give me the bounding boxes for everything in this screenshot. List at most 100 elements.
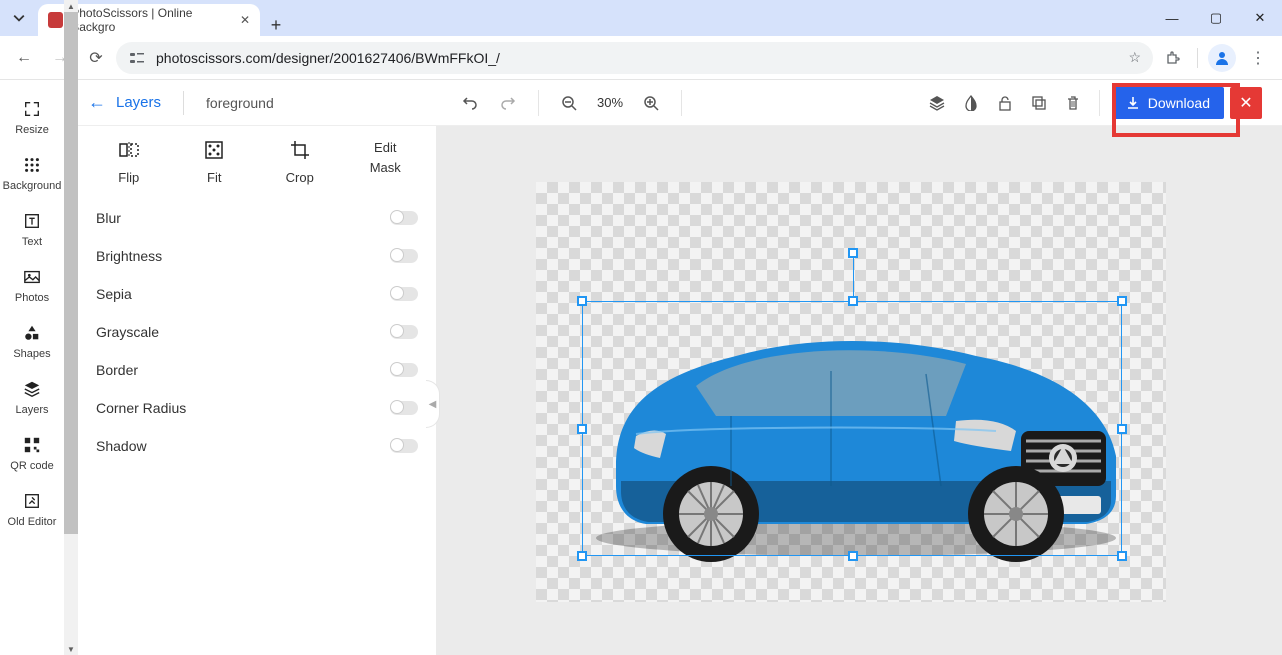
rail-label: Background	[3, 180, 62, 192]
rail-qrcode[interactable]: QR code	[0, 426, 64, 482]
option-label: Grayscale	[96, 324, 159, 340]
chrome-menu-icon[interactable]: ⋮	[1242, 42, 1274, 74]
site-settings-icon[interactable]	[128, 49, 146, 67]
close-window-button[interactable]: ✕	[1238, 0, 1282, 36]
profile-button[interactable]	[1206, 42, 1238, 74]
duplicate-icon[interactable]	[1025, 89, 1053, 117]
flip-icon	[118, 140, 140, 160]
toggle[interactable]	[390, 363, 418, 377]
maximize-button[interactable]: ▢	[1194, 0, 1238, 36]
selection-box[interactable]	[582, 301, 1122, 556]
option-sepia[interactable]: Sepia	[96, 275, 418, 313]
extensions-icon[interactable]	[1157, 42, 1189, 74]
current-layer-name: foreground	[206, 95, 274, 111]
rail-old-editor[interactable]: Old Editor	[0, 482, 64, 538]
scroll-thumb[interactable]	[64, 12, 78, 534]
rail-label: Old Editor	[8, 516, 57, 528]
tab-title: PhotoScissors | Online Backgro	[71, 6, 232, 34]
address-bar[interactable]: photoscissors.com/designer/2001627406/BW…	[116, 42, 1153, 74]
option-label: Border	[96, 362, 138, 378]
canvas-viewport[interactable]	[436, 126, 1282, 655]
crop-tool[interactable]: Crop	[257, 140, 343, 185]
resize-handle-n[interactable]	[848, 296, 858, 306]
rotation-handle[interactable]	[848, 248, 858, 258]
rail-scrollbar[interactable]: ▲ ▼	[64, 0, 78, 655]
back-button[interactable]: ←	[8, 42, 40, 74]
favicon-icon	[48, 12, 63, 28]
zoom-level: 30%	[593, 95, 627, 110]
bookmark-star-icon[interactable]: ☆	[1128, 49, 1141, 66]
resize-handle-e[interactable]	[1117, 424, 1127, 434]
option-border[interactable]: Border	[96, 351, 418, 389]
download-button[interactable]: Download	[1112, 87, 1224, 119]
tool-row: Flip Fit Crop Edit Mask	[78, 126, 436, 193]
scroll-up-arrow[interactable]: ▲	[64, 0, 78, 12]
flip-tool[interactable]: Flip	[86, 140, 172, 185]
resize-handle-s[interactable]	[848, 551, 858, 561]
back-arrow-icon[interactable]: ←	[88, 92, 106, 113]
option-label: Brightness	[96, 248, 162, 264]
window-controls: — ▢ ✕	[1150, 0, 1282, 36]
toggle[interactable]	[390, 211, 418, 225]
resize-handle-sw[interactable]	[577, 551, 587, 561]
reload-button[interactable]: ⟳	[80, 42, 112, 74]
panel-collapse-handle[interactable]: ◀	[426, 380, 440, 428]
opacity-icon[interactable]	[957, 89, 985, 117]
tab-close-icon[interactable]: ✕	[240, 13, 250, 27]
resize-handle-se[interactable]	[1117, 551, 1127, 561]
scroll-down-arrow[interactable]: ▼	[64, 643, 78, 655]
option-blur[interactable]: Blur	[96, 199, 418, 237]
option-grayscale[interactable]: Grayscale	[96, 313, 418, 351]
separator	[1197, 48, 1198, 68]
tool-label: Crop	[286, 170, 314, 185]
tabs-dropdown[interactable]	[0, 0, 38, 36]
rail-resize[interactable]: Resize	[0, 90, 64, 146]
option-shadow[interactable]: Shadow	[96, 427, 418, 465]
rail-label: Text	[22, 236, 42, 248]
resize-handle-ne[interactable]	[1117, 296, 1127, 306]
canvas-toolbar: 30% Download ✕	[436, 80, 1282, 126]
lock-icon[interactable]	[991, 89, 1019, 117]
rail-text[interactable]: Text	[0, 202, 64, 258]
option-brightness[interactable]: Brightness	[96, 237, 418, 275]
tool-label-l2: Mask	[370, 160, 401, 176]
layers-icon[interactable]	[923, 89, 951, 117]
rail-photos[interactable]: Photos	[0, 258, 64, 314]
new-tab-button[interactable]: +	[260, 15, 292, 36]
options-list: Blur Brightness Sepia Grayscale Border C…	[78, 193, 436, 471]
browser-toolbar: ← → ⟳ photoscissors.com/designer/2001627…	[0, 36, 1282, 80]
toggle[interactable]	[390, 401, 418, 415]
delete-icon[interactable]	[1059, 89, 1087, 117]
properties-panel: ← Layers foreground Flip Fit Crop Edit M…	[78, 80, 436, 655]
panel-header: ← Layers foreground	[78, 80, 436, 126]
separator	[538, 90, 539, 116]
rail-label: Shapes	[13, 348, 50, 360]
download-icon	[1126, 96, 1140, 110]
rail-layers[interactable]: Layers	[0, 370, 64, 426]
separator	[183, 91, 184, 115]
undo-button[interactable]	[456, 89, 484, 117]
separator	[1099, 90, 1100, 116]
zoom-in-button[interactable]	[637, 89, 665, 117]
browser-tab-strip: PhotoScissors | Online Backgro ✕ + — ▢ ✕	[0, 0, 1282, 36]
separator	[681, 90, 682, 116]
download-label: Download	[1148, 95, 1210, 111]
rail-background[interactable]: Background	[0, 146, 64, 202]
redo-button[interactable]	[494, 89, 522, 117]
edit-mask-tool[interactable]: Edit Mask	[343, 140, 429, 185]
toggle[interactable]	[390, 439, 418, 453]
minimize-button[interactable]: —	[1150, 0, 1194, 36]
close-editor-button[interactable]: ✕	[1230, 87, 1262, 119]
rail-shapes[interactable]: Shapes	[0, 314, 64, 370]
toggle[interactable]	[390, 249, 418, 263]
resize-handle-w[interactable]	[577, 424, 587, 434]
rail-label: Photos	[15, 292, 49, 304]
zoom-out-button[interactable]	[555, 89, 583, 117]
toggle[interactable]	[390, 287, 418, 301]
toggle[interactable]	[390, 325, 418, 339]
fit-tool[interactable]: Fit	[172, 140, 258, 185]
layers-link[interactable]: Layers	[116, 94, 161, 111]
option-corner-radius[interactable]: Corner Radius	[96, 389, 418, 427]
app-root: Resize Background Text Photos Shapes Lay…	[0, 80, 1282, 655]
resize-handle-nw[interactable]	[577, 296, 587, 306]
